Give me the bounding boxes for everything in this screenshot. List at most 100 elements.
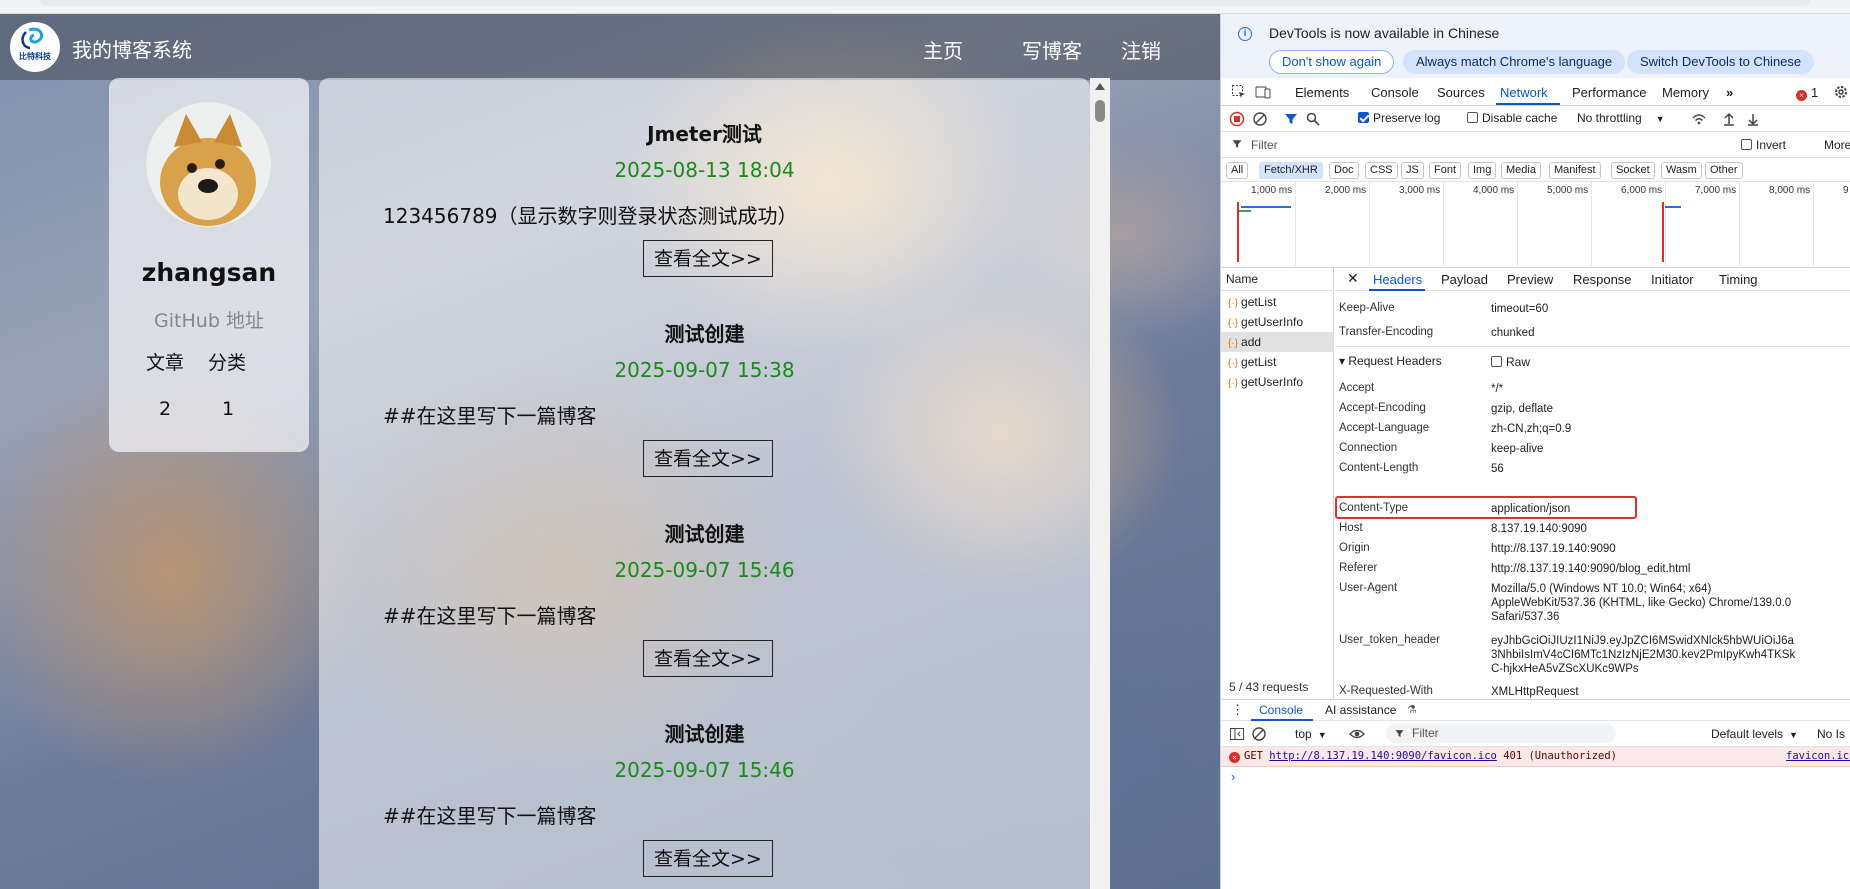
timeline-gridline: [1369, 182, 1370, 268]
tab-memory[interactable]: Memory: [1662, 85, 1709, 100]
network-conditions-icon[interactable]: [1691, 111, 1707, 127]
header-name: X-Requested-With: [1339, 685, 1433, 697]
error-url-link[interactable]: http://8.137.19.140:9090/favicon.ico: [1269, 750, 1497, 762]
xhr-icon: {·}: [1228, 378, 1239, 389]
more-filters-button[interactable]: More: [1824, 138, 1850, 152]
clear-console-icon[interactable]: [1251, 726, 1267, 742]
raw-toggle[interactable]: Raw: [1491, 355, 1530, 369]
view-full-button[interactable]: 查看全文>>: [643, 240, 773, 277]
site-logo[interactable]: 比特科技: [10, 22, 60, 72]
view-full-button[interactable]: 查看全文>>: [643, 640, 773, 677]
type-filter-socket[interactable]: Socket: [1611, 162, 1655, 179]
invert-toggle[interactable]: Invert: [1741, 138, 1786, 152]
article-list-scrollbar[interactable]: [1090, 78, 1110, 889]
console-filter-input[interactable]: Filter: [1386, 724, 1616, 743]
type-filter-all[interactable]: All: [1226, 162, 1249, 179]
type-filter-media[interactable]: Media: [1501, 162, 1541, 179]
device-toolbar-icon[interactable]: [1255, 84, 1271, 100]
preserve-log-checkbox[interactable]: [1358, 112, 1369, 123]
detail-tab-headers[interactable]: Headers: [1373, 272, 1422, 287]
view-full-button[interactable]: 查看全文>>: [643, 840, 773, 877]
disable-cache-checkbox[interactable]: [1467, 112, 1478, 123]
avatar: [146, 102, 271, 227]
more-tabs-button[interactable]: »: [1726, 85, 1733, 100]
filter-funnel-icon[interactable]: [1283, 111, 1299, 127]
request-row[interactable]: {·} getUserInfo: [1221, 372, 1334, 392]
request-row[interactable]: {·} getUserInfo: [1221, 312, 1334, 332]
disable-cache-toggle[interactable]: Disable cache: [1467, 111, 1557, 125]
type-filter-wasm[interactable]: Wasm: [1661, 162, 1702, 179]
invert-checkbox[interactable]: [1741, 139, 1752, 150]
error-counter[interactable]: × 1: [1796, 85, 1818, 101]
record-stop-icon[interactable]: [1229, 111, 1245, 127]
chevron-down-icon: ▼: [1317, 730, 1327, 740]
export-har-icon[interactable]: [1745, 111, 1761, 127]
detail-tab-response[interactable]: Response: [1573, 272, 1632, 287]
dont-show-again-button[interactable]: Don't show again: [1269, 50, 1395, 74]
detail-tab-payload[interactable]: Payload: [1441, 272, 1488, 287]
categories-count: 1: [222, 398, 235, 420]
issues-counter[interactable]: No Is: [1817, 727, 1845, 741]
type-filter-doc[interactable]: Doc: [1329, 162, 1359, 179]
tab-sources[interactable]: Sources: [1437, 85, 1485, 100]
nav-logout-link[interactable]: 注销: [1121, 35, 1161, 64]
error-icon: ×: [1229, 752, 1240, 763]
request-name: add: [1241, 335, 1262, 349]
article-desc: ##在这里写下一篇博客: [383, 804, 597, 828]
detail-tab-preview[interactable]: Preview: [1507, 272, 1553, 287]
type-filter-css[interactable]: CSS: [1365, 162, 1398, 179]
error-count: 1: [1811, 85, 1819, 100]
drawer-tab-console[interactable]: Console: [1259, 703, 1303, 717]
tab-console[interactable]: Console: [1371, 85, 1419, 100]
context-select[interactable]: top ▼: [1295, 727, 1327, 741]
network-overview-timeline[interactable]: 1,000 ms 2,000 ms 3,000 ms 4,000 ms 5,00…: [1221, 182, 1850, 268]
header-name: Keep-Alive: [1339, 302, 1395, 314]
request-row-selected[interactable]: {·} add: [1221, 332, 1334, 352]
search-icon[interactable]: [1305, 111, 1321, 127]
filter-input[interactable]: Filter: [1251, 138, 1278, 152]
timeline-label: 3,000 ms: [1399, 185, 1441, 196]
request-row[interactable]: {·} getList: [1221, 352, 1334, 372]
raw-checkbox[interactable]: [1491, 356, 1502, 367]
type-filter-js[interactable]: JS: [1401, 162, 1424, 179]
header-name: Accept-Encoding: [1339, 402, 1426, 414]
match-language-button[interactable]: Always match Chrome's language: [1403, 50, 1626, 74]
throttling-select[interactable]: No throttling ▼: [1577, 111, 1665, 125]
log-levels-select[interactable]: Default levels ▼: [1711, 727, 1798, 741]
github-link[interactable]: GitHub 地址: [109, 306, 309, 333]
drawer-menu-icon[interactable]: ⋮: [1231, 702, 1244, 718]
timeline-label: 9: [1843, 185, 1849, 196]
type-filter-fetch-xhr[interactable]: Fetch/XHR: [1259, 162, 1323, 179]
close-detail-icon[interactable]: ✕: [1347, 270, 1359, 287]
type-filter-manifest[interactable]: Manifest: [1549, 162, 1601, 179]
tab-network[interactable]: Network: [1500, 85, 1548, 100]
preserve-log-toggle[interactable]: Preserve log: [1358, 111, 1440, 125]
nav-write-link[interactable]: 写博客: [1022, 35, 1082, 64]
detail-tab-timing[interactable]: Timing: [1719, 272, 1758, 287]
name-column-header[interactable]: Name: [1221, 268, 1334, 291]
scroll-thumb[interactable]: [1095, 100, 1105, 122]
detail-tab-initiator[interactable]: Initiator: [1651, 272, 1694, 287]
type-filter-img[interactable]: Img: [1468, 162, 1497, 179]
switch-chinese-button[interactable]: Switch DevTools to Chinese: [1627, 50, 1815, 74]
view-full-button[interactable]: 查看全文>>: [643, 440, 773, 477]
tab-elements[interactable]: Elements: [1295, 85, 1349, 100]
active-tab-underline: [1496, 103, 1560, 105]
error-source-link[interactable]: favicon.ico: [1786, 750, 1850, 762]
inspect-element-icon[interactable]: [1231, 84, 1247, 100]
request-headers-toggle[interactable]: ▾ Request Headers: [1339, 354, 1442, 368]
type-filter-font[interactable]: Font: [1429, 162, 1462, 179]
header-value: zh-CN,zh;q=0.9: [1491, 423, 1572, 435]
nav-home-link[interactable]: 主页: [923, 35, 963, 64]
console-prompt[interactable]: ›: [1231, 769, 1235, 784]
request-row[interactable]: {·} getList: [1221, 292, 1334, 312]
scroll-up-arrow-icon[interactable]: [1095, 83, 1105, 90]
sidebar-toggle-icon[interactable]: [1229, 726, 1245, 742]
type-filter-other[interactable]: Other: [1705, 162, 1743, 179]
drawer-tab-ai-assistance[interactable]: AI assistance: [1325, 703, 1396, 717]
import-har-icon[interactable]: [1721, 111, 1737, 127]
settings-gear-icon[interactable]: [1833, 84, 1849, 100]
eye-icon[interactable]: [1349, 726, 1365, 742]
clear-icon[interactable]: [1252, 111, 1268, 127]
tab-performance[interactable]: Performance: [1572, 85, 1646, 100]
